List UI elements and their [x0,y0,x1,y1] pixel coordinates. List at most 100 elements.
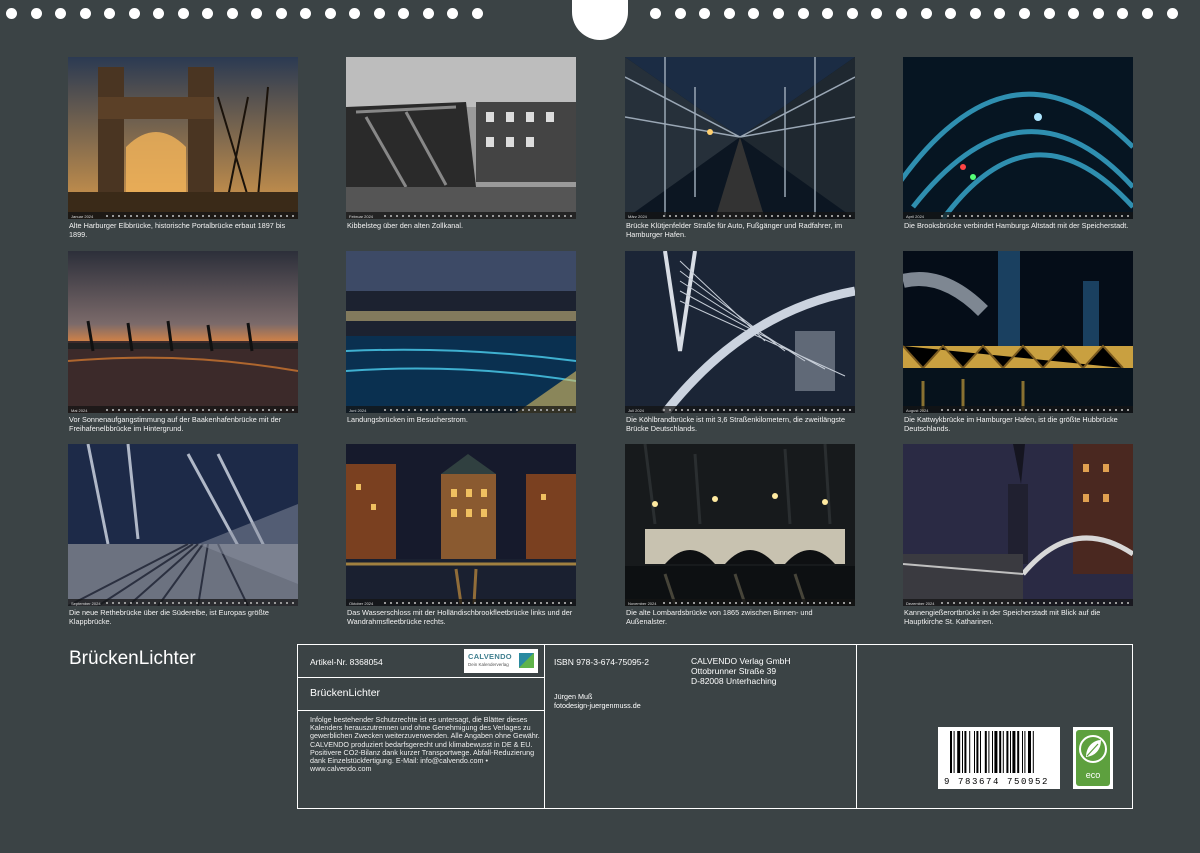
binding-hole [55,8,66,19]
binding-hole [79,8,91,19]
photo-caption: Landungsbrücken im Besucherstrom. [347,415,468,424]
calendar-day-strip: Februar 2024 [346,212,576,219]
binding-hole [373,8,385,19]
binding-hole [674,8,686,19]
binding-hole [300,8,311,19]
day-ticks [106,602,294,604]
binding-hole [1043,8,1055,19]
month-tile: Dezember 2024 Kannengießerortbrücke in de… [903,444,1133,626]
calendar-day-strip: April 2024 [903,212,1133,219]
binding-hole [153,8,164,19]
binding-hole [748,8,760,19]
binding-hole [398,8,409,19]
isbn-barcode: 9 783674 750952 [938,727,1060,789]
binding-hole [1142,8,1153,19]
calendar-day-strip: Juni 2024 [346,406,576,413]
binding-hole [471,8,483,19]
photo-caption: Alte Harburger Elbbrücke, historische Po… [69,221,286,239]
month-tile: Januar 2024 Alte Harburger Elbbrücke, his… [68,57,298,239]
binding-holes [0,0,1200,40]
legal-text: Infolge bestehender Schutzrechte ist es … [310,715,540,774]
calendar-title: BrückenLichter [69,648,196,669]
month-label: Juni 2024 [349,408,367,413]
month-label: März 2024 [628,214,647,219]
month-label: Januar 2024 [71,214,94,219]
month-label: April 2024 [906,214,925,219]
eco-label: eco [1085,770,1101,780]
month-tile: Mai 2024 Vor Sonnenaufgangstimmung auf de… [68,251,298,433]
binding-hole [896,8,907,19]
month-photo: Februar 2024 [346,57,576,219]
month-tile: April 2024 Die Brooksbrücke verbindet Ham… [903,57,1133,231]
day-ticks [663,215,851,217]
binding-hole [349,8,360,19]
binding-hole [920,8,932,19]
day-ticks [941,602,1129,604]
day-ticks [106,215,294,217]
binding-hole [226,8,238,19]
month-label: August 2024 [906,408,929,413]
info-column-publisher: ISBN 978-3-674-75095-2 CALVENDO Verlag G… [545,645,857,808]
month-photo: September 2024 [68,444,298,606]
binding-hole [969,8,981,19]
binding-hole [177,8,189,19]
calendar-day-strip: Dezember 2024 [903,599,1133,606]
hanger-cutout [572,0,628,40]
day-ticks [384,215,572,217]
day-ticks [663,409,851,411]
month-photo: Juni 2024 [346,251,576,413]
binding-hole [447,8,458,19]
binding-hole [822,8,834,19]
month-tile: Oktober 2024 Das Wasserschloss mit der Ho… [346,444,576,626]
binding-hole [1092,8,1104,19]
photo-caption: Die Köhlbrandbrücke ist mit 3,6 Straßenk… [626,415,846,433]
binding-hole [104,8,115,19]
publisher-name: CALVENDO Verlag GmbH [691,656,791,666]
month-photo: Oktober 2024 [346,444,576,606]
binding-hole [1068,8,1080,19]
calendar-day-strip: März 2024 [625,212,855,219]
author-website: fotodesign-juergenmuss.de [554,700,641,710]
info-column-product: Artikel-Nr. 8368054 CALVENDO Dein Kalend… [298,645,545,808]
binding-hole [650,8,661,19]
calendar-day-strip: Januar 2024 [68,212,298,219]
barcode-number: 9 783674 750952 [944,777,1050,787]
month-photo: Dezember 2024 [903,444,1133,606]
binding-hole [1019,8,1030,19]
calendar-day-strip: Juli 2024 [625,406,855,413]
month-photo: Januar 2024 [68,57,298,219]
binding-hole [797,8,809,19]
calendar-day-strip: September 2024 [68,599,298,606]
author-block: Jürgen Muß fotodesign-juergenmuss.de [554,692,641,710]
photo-caption: Das Wasserschloss mit der Holländischbro… [347,608,573,626]
month-photo: März 2024 [625,57,855,219]
binding-hole [699,8,711,19]
calvendo-logo: CALVENDO Dein Kalenderverlag [464,649,538,673]
publisher-address: CALVENDO Verlag GmbH Ottobrunner Straße … [691,656,791,686]
binding-hole [275,8,287,19]
photo-caption: Die Brooksbrücke verbindet Hamburgs Alts… [904,221,1129,230]
month-tile: September 2024 Die neue Rethebrücke über … [68,444,298,626]
month-photo: April 2024 [903,57,1133,219]
binding-hole [871,8,883,19]
photo-caption: Vor Sonnenaufgangstimmung auf der Baaken… [69,415,282,433]
binding-hole [128,8,140,19]
photo-caption: Die alte Lombardsbrücke von 1865 zwische… [626,608,813,626]
binding-hole [1117,8,1129,19]
month-label: Mai 2024 [71,408,88,413]
month-photo: November 2024 [625,444,855,606]
isbn: ISBN 978-3-674-75095-2 [554,657,649,667]
calendar-day-strip: August 2024 [903,406,1133,413]
day-ticks [384,602,572,604]
month-label: September 2024 [71,601,101,606]
month-label: Dezember 2024 [906,601,935,606]
photo-caption: Kannengießerortbrücke in der Speichersta… [904,608,1101,626]
divider [298,710,544,711]
month-tile: Juni 2024 Landungsbrücken im Besucherstro… [346,251,576,425]
eco-badge: eco [1073,727,1113,789]
publisher-city: D-82008 Unterhaching [691,676,777,686]
calendar-day-strip: Oktober 2024 [346,599,576,606]
calendar-day-strip: Mai 2024 [68,406,298,413]
calendar-day-strip: November 2024 [625,599,855,606]
binding-hole [723,8,735,19]
